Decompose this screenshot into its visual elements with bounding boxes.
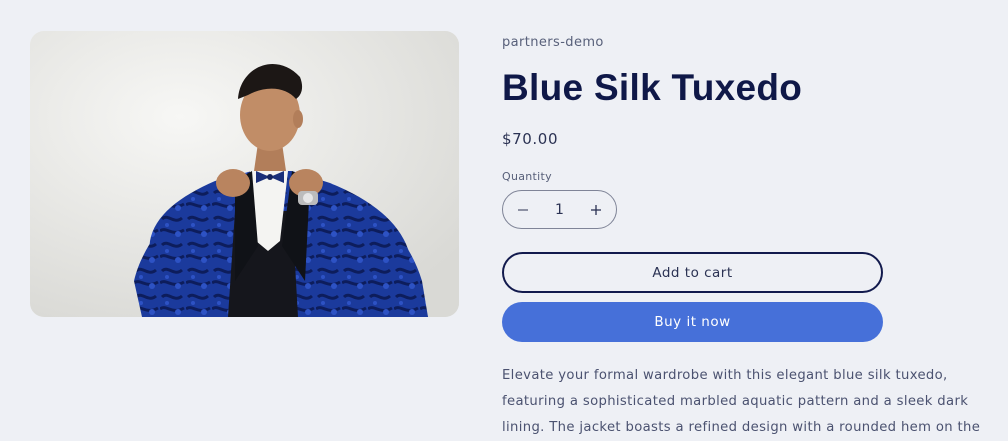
description-line: lining. The jacket boasts a refined desi… (502, 420, 981, 435)
plus-icon (591, 204, 601, 215)
quantity-stepper: 1 (502, 190, 617, 229)
buy-now-button[interactable]: Buy it now (502, 302, 883, 342)
product-image[interactable] (30, 31, 459, 317)
quantity-increase-button[interactable] (582, 196, 610, 224)
vendor-name: partners-demo (502, 35, 604, 50)
quantity-label: Quantity (502, 170, 552, 183)
description-line: featuring a sophisticated marbled aquati… (502, 394, 969, 409)
quantity-input[interactable]: 1 (550, 202, 570, 218)
product-description: Elevate your formal wardrobe with this e… (502, 363, 981, 441)
quantity-decrease-button[interactable] (509, 196, 537, 224)
add-to-cart-button[interactable]: Add to cart (502, 252, 883, 293)
tuxedo-photo (30, 31, 459, 317)
product-title: Blue Silk Tuxedo (502, 67, 803, 108)
description-line: Elevate your formal wardrobe with this e… (502, 368, 948, 383)
minus-icon (518, 208, 528, 211)
product-price: $70.00 (502, 130, 559, 148)
